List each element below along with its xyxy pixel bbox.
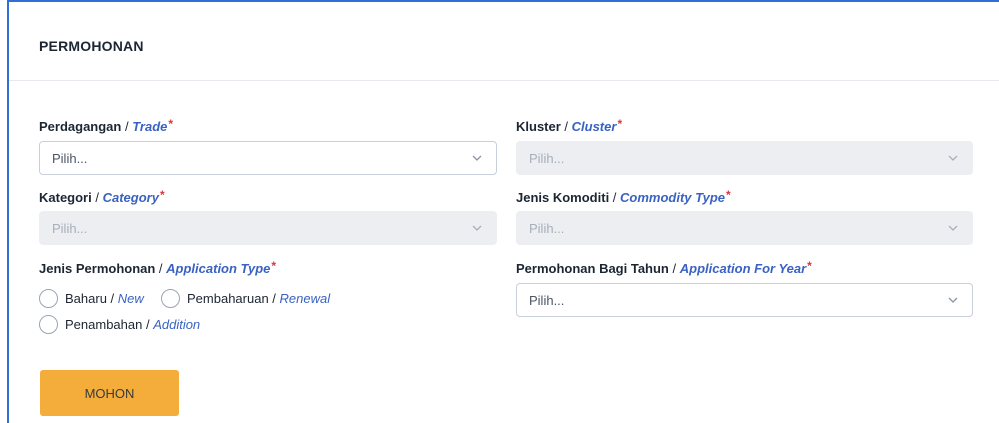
chevron-down-icon	[948, 155, 958, 161]
trade-label: Perdagangan / Trade*	[39, 117, 173, 134]
radio-renewal-label-separator: /	[268, 291, 280, 306]
application-year-label-ms: Permohonan Bagi Tahun	[516, 261, 669, 276]
category-select: Pilih...	[39, 211, 497, 245]
category-label-ms: Kategori	[39, 190, 92, 205]
application-year-label: Permohonan Bagi Tahun / Application For …	[516, 259, 812, 276]
card-title: PERMOHONAN	[39, 38, 144, 54]
submit-button[interactable]: MOHON	[40, 370, 179, 416]
commodity-label-ms: Jenis Komoditi	[516, 190, 610, 205]
application-year-select[interactable]: Pilih...	[516, 283, 973, 317]
required-marker: *	[617, 117, 623, 131]
radio-new-label: Baharu / New	[65, 291, 144, 306]
required-marker: *	[168, 117, 174, 131]
radio-circle[interactable]	[39, 315, 58, 334]
category-select-value: Pilih...	[52, 221, 88, 236]
radio-addition-label: Penambahan / Addition	[65, 317, 200, 332]
radio-addition-label-separator: /	[142, 317, 154, 332]
radio-new[interactable]: Baharu / New	[39, 289, 144, 308]
radio-addition-label-en: Addition	[153, 317, 201, 332]
radio-circle[interactable]	[39, 289, 58, 308]
card-header: PERMOHONAN	[9, 2, 999, 81]
cluster-select: Pilih...	[516, 141, 973, 175]
trade-select[interactable]: Pilih...	[39, 141, 497, 175]
cluster-label-ms: Kluster	[516, 119, 561, 134]
radio-renewal-label-ms: Pembaharuan	[187, 291, 269, 306]
radio-new-label-separator: /	[106, 291, 118, 306]
application-year-label-en: Application For Year	[679, 261, 807, 276]
application-card: PERMOHONAN Perdagangan / Trade* Pilih...…	[9, 2, 999, 423]
radio-new-label-en: New	[117, 291, 144, 306]
application-type-label-separator: /	[155, 261, 167, 276]
chevron-down-icon	[472, 155, 482, 161]
category-label-en: Category	[102, 190, 159, 205]
radio-addition[interactable]: Penambahan / Addition	[39, 315, 200, 334]
commodity-label-en: Commodity Type	[620, 190, 726, 205]
commodity-select: Pilih...	[516, 211, 973, 245]
chevron-down-icon	[948, 225, 958, 231]
trade-label-ms: Perdagangan	[39, 119, 122, 134]
radio-renewal-label-en: Renewal	[279, 291, 331, 306]
application-type-label-en: Application Type	[166, 261, 271, 276]
commodity-select-value: Pilih...	[529, 221, 565, 236]
application-type-label-ms: Jenis Permohonan	[39, 261, 156, 276]
trade-select-value: Pilih...	[52, 151, 88, 166]
trade-label-separator: /	[121, 119, 133, 134]
application-year-select-value: Pilih...	[529, 293, 565, 308]
commodity-label: Jenis Komoditi / Commodity Type*	[516, 188, 731, 205]
radio-addition-label-ms: Penambahan	[65, 317, 143, 332]
cluster-label-en: Cluster	[571, 119, 617, 134]
cluster-select-value: Pilih...	[529, 151, 565, 166]
application-year-label-separator: /	[668, 261, 680, 276]
trade-label-en: Trade	[132, 119, 168, 134]
radio-circle[interactable]	[161, 289, 180, 308]
category-label-separator: /	[91, 190, 103, 205]
category-label: Kategori / Category*	[39, 188, 165, 205]
radio-renewal[interactable]: Pembaharuan / Renewal	[161, 289, 330, 308]
chevron-down-icon	[472, 225, 482, 231]
required-marker: *	[726, 188, 731, 202]
chevron-down-icon	[948, 297, 958, 303]
cluster-label: Kluster / Cluster*	[516, 117, 622, 134]
radio-new-label-ms: Baharu	[65, 291, 107, 306]
required-marker: *	[159, 188, 165, 202]
required-marker: *	[807, 259, 812, 273]
required-marker: *	[271, 259, 277, 273]
application-type-label: Jenis Permohonan / Application Type*	[39, 259, 276, 276]
cluster-label-separator: /	[560, 119, 572, 134]
radio-renewal-label: Pembaharuan / Renewal	[187, 291, 330, 306]
commodity-label-separator: /	[609, 190, 621, 205]
